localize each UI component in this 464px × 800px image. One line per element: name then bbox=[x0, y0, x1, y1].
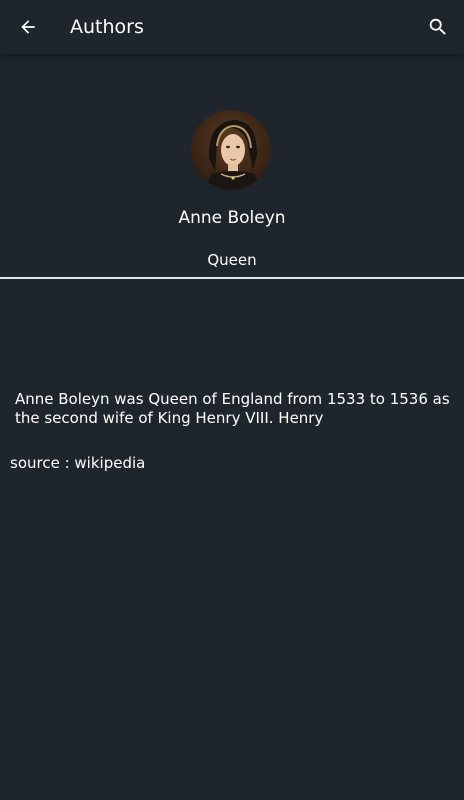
author-header: Anne Boleyn Queen bbox=[0, 54, 464, 278]
back-button[interactable] bbox=[14, 13, 42, 41]
search-icon bbox=[429, 18, 446, 35]
author-role: Queen bbox=[207, 251, 257, 269]
app-bar: Authors bbox=[0, 0, 464, 54]
page-title: Authors bbox=[70, 16, 144, 38]
author-bio: Anne Boleyn was Queen of England from 15… bbox=[15, 390, 450, 427]
portrait-avatar bbox=[191, 110, 271, 190]
author-avatar bbox=[191, 110, 271, 190]
source-credit: source : wikipedia bbox=[10, 454, 146, 472]
arrow-back-icon bbox=[21, 20, 35, 34]
divider bbox=[0, 277, 464, 279]
search-button[interactable] bbox=[424, 13, 452, 41]
author-name: Anne Boleyn bbox=[178, 208, 286, 228]
